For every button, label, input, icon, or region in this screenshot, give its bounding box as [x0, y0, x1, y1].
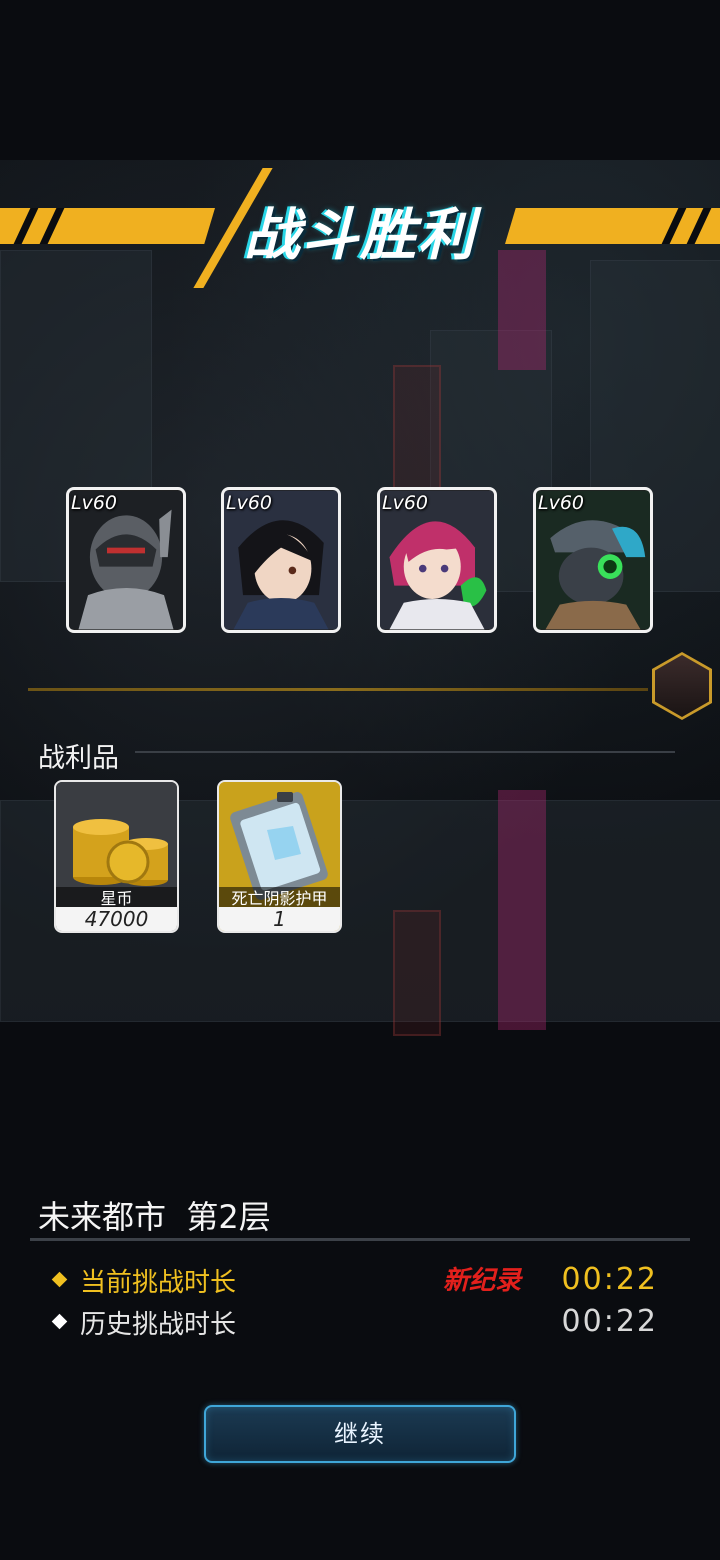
hero-level: Lv60 [71, 492, 118, 514]
bg-vertical-sign [393, 365, 441, 491]
loot-item-star-coin[interactable]: 星币 47000 [54, 780, 179, 933]
history-time-label: 历史挑战时长 [80, 1310, 237, 1340]
loot-title: 战利品 [38, 743, 119, 774]
history-time-row: 历史挑战时长 00:22 [48, 1304, 668, 1340]
hero-card-dark-hair[interactable]: Lv60 [221, 487, 341, 633]
loot-qty: 47000 [56, 907, 177, 931]
new-record-tag: 新纪录 [443, 1266, 522, 1296]
current-time-value: 00:22 [561, 1262, 658, 1297]
stage-divider [30, 1238, 690, 1241]
hero-card-pink-hair[interactable]: Lv60 [377, 487, 497, 633]
history-time-value: 00:22 [561, 1304, 658, 1339]
gold-divider [28, 688, 648, 691]
hero-level: Lv60 [226, 492, 273, 514]
bg-vertical-sign [393, 910, 441, 1036]
loot-qty: 1 [219, 907, 340, 931]
hero-card-robot[interactable]: Lv60 [66, 487, 186, 633]
stage-name: 未来都市 第2层 [38, 1198, 271, 1236]
continue-button[interactable]: 继续 [204, 1405, 516, 1463]
victory-banner: 战斗胜利 [0, 168, 720, 288]
bg-neon-sign [498, 790, 546, 1030]
diamond-icon [51, 1313, 68, 1330]
hero-level: Lv60 [538, 492, 585, 514]
loot-item-armor[interactable]: 死亡阴影护甲 1 [217, 780, 342, 933]
hero-level: Lv60 [382, 492, 429, 514]
loot-divider [135, 751, 675, 753]
hex-avatar-inner [655, 655, 709, 717]
diamond-icon [51, 1271, 68, 1288]
current-time-label: 当前挑战时长 [80, 1268, 237, 1298]
victory-title: 战斗胜利 [244, 203, 476, 268]
hero-roster: Lv60 Lv60 Lv60 Lv60 [66, 487, 658, 637]
current-time-row: 当前挑战时长 新纪录 00:22 [48, 1262, 668, 1298]
hero-card-goggles[interactable]: Lv60 [533, 487, 653, 633]
